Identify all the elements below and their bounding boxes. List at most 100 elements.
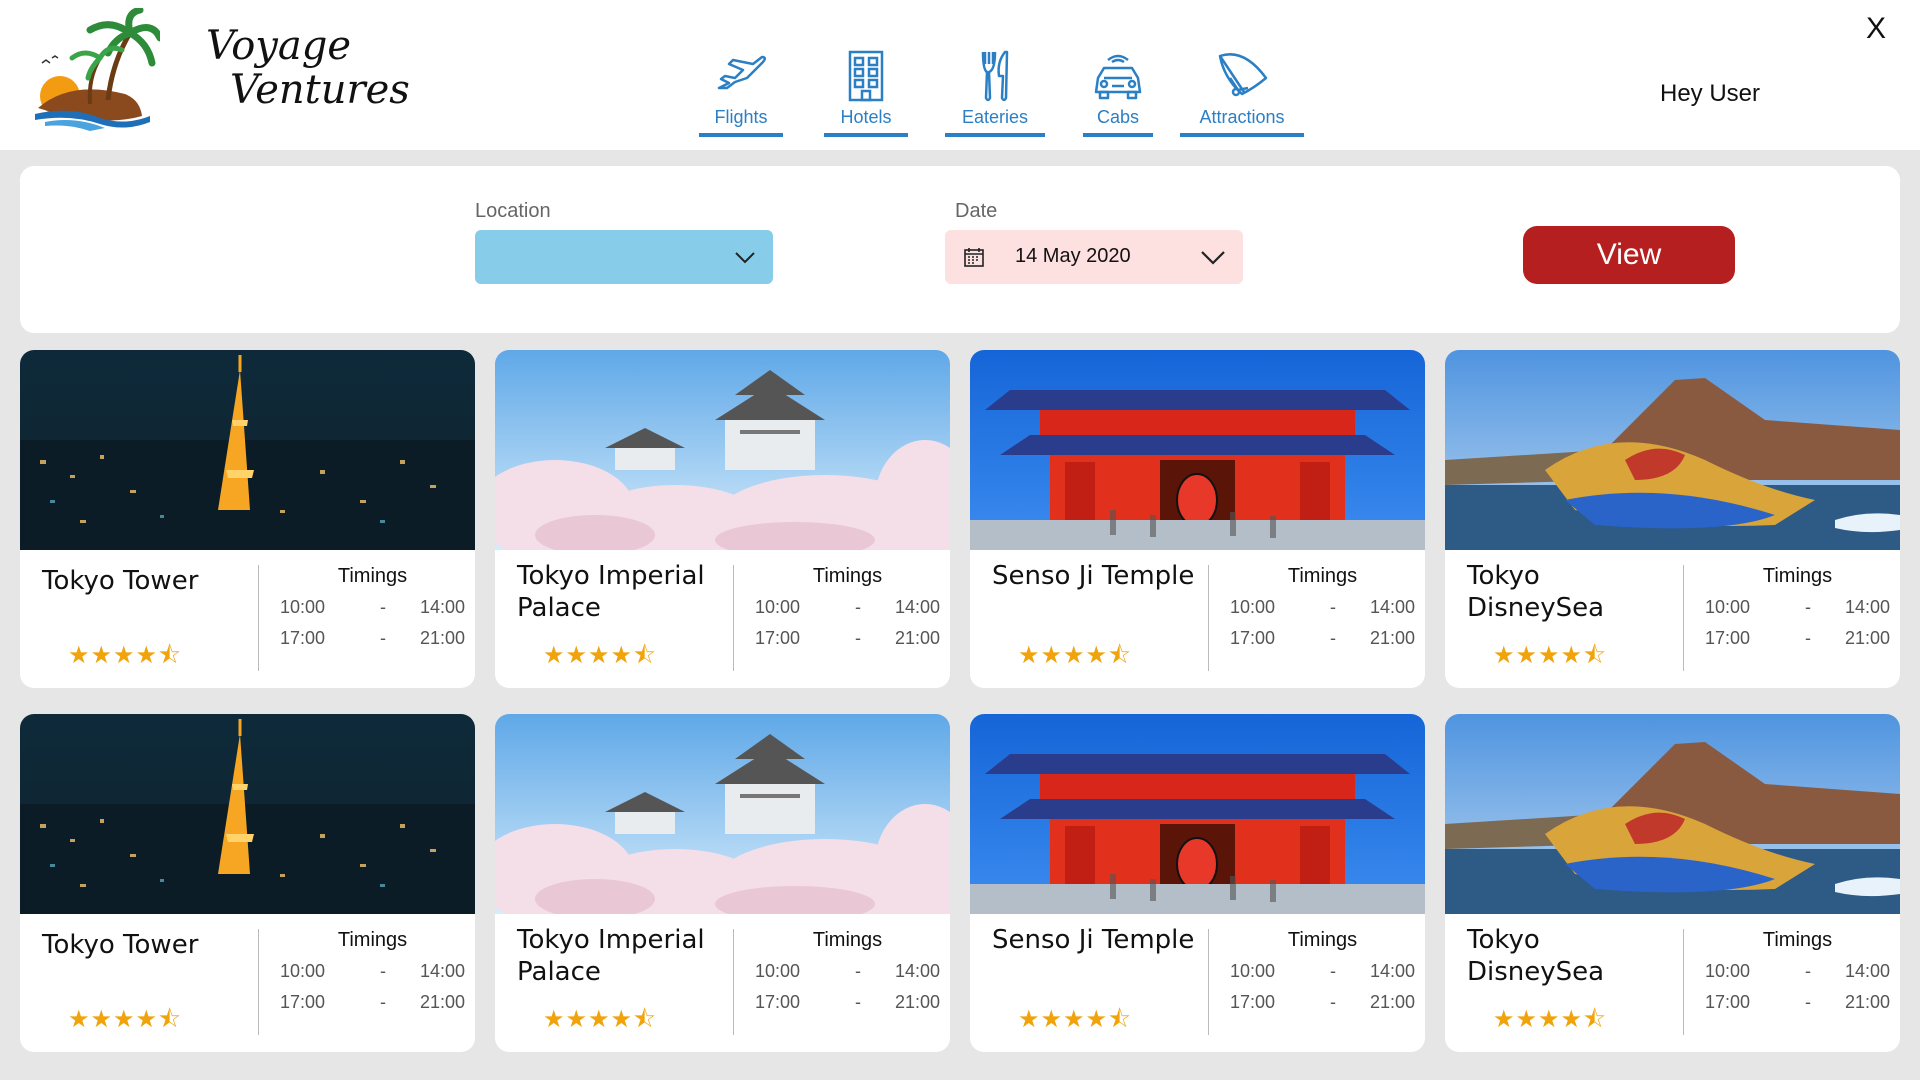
slot-end: 21:00 [1369,628,1415,648]
card-divider [1208,565,1209,671]
disneysea-image [1445,350,1900,550]
card-divider [1208,929,1209,1035]
date-value: 14 May 2020 [1015,245,1131,267]
card-divider [733,929,734,1035]
card-title: Tokyo DisneySea [1467,561,1605,623]
attraction-card[interactable]: Tokyo Tower ★★★★⯪ Timings 10:00 - 14:00 17… [20,350,475,688]
fork-knife-icon [981,50,1009,102]
attraction-card[interactable]: Senso Ji Temple ★★★★⯪ Timings 10:00 - 14:0… [970,714,1425,1052]
slot-end: 21:00 [419,628,465,648]
timings-heading: Timings [1762,565,1833,587]
slot-end: 14:00 [894,597,940,617]
card-divider [258,929,259,1035]
date-picker[interactable]: 14 May 2020 [945,230,1243,284]
timings-heading: Timings [812,565,883,587]
card-title: Tokyo Tower [42,566,199,596]
slot-dash: - [855,628,861,648]
slot-start: 10:00 [1230,597,1276,617]
slot-end: 14:00 [419,597,465,617]
nav-cabs[interactable]: Cabs [1083,48,1153,140]
attraction-card[interactable]: Tokyo Tower ★★★★⯪ Timings 10:00 - 14:00 17… [20,714,475,1052]
search-filter-panel: Location Date 14 May 2020 View [20,166,1900,333]
timings-heading: Timings [337,929,408,951]
attraction-card[interactable]: Tokyo Imperial Palace ★★★★⯪ Timings 10:0… [495,350,950,688]
car-icon [1094,54,1142,100]
brand-line-1: Voyage [206,23,352,69]
timings-heading: Timings [1287,929,1358,951]
attraction-card[interactable]: Tokyo DisneySea ★★★★⯪ Timings 10:00 - 14:0… [1445,350,1900,688]
nav-hotels[interactable]: Hotels [824,48,908,140]
palm-island-logo [35,8,160,131]
card-divider [1683,565,1684,671]
slot-start: 10:00 [280,597,326,617]
slot-end: 21:00 [419,992,465,1012]
slot-dash: - [1330,628,1336,648]
card-divider [1683,929,1684,1035]
slot-dash: - [1330,597,1336,617]
nav-flights[interactable]: Flights [699,48,783,140]
slot-start: 10:00 [755,597,801,617]
card-title: Tokyo Imperial Palace [517,561,705,623]
slot-dash: - [380,961,386,981]
nav-flights-label: Flights [714,107,768,127]
attraction-card[interactable]: Tokyo Imperial Palace ★★★★⯪ Timings 10:0… [495,714,950,1052]
date-label: Date [955,200,998,222]
slot-dash: - [1330,961,1336,981]
slot-start: 17:00 [755,628,801,648]
card-title: Tokyo Imperial Palace [517,925,705,987]
slot-end: 21:00 [1844,628,1890,648]
slot-start: 17:00 [755,992,801,1012]
attraction-card[interactable]: Senso Ji Temple ★★★★⯪ Timings 10:00 - 14:0… [970,350,1425,688]
nav-hotels-underline [824,133,908,137]
slot-end: 14:00 [1844,961,1890,981]
slot-end: 14:00 [419,961,465,981]
disneysea-image [1445,714,1900,914]
card-title: Senso Ji Temple [992,925,1195,955]
airplane-icon [717,55,766,90]
attraction-card[interactable]: Tokyo DisneySea ★★★★⯪ Timings 10:00 - 14:0… [1445,714,1900,1052]
location-label: Location [475,200,551,222]
nav-attractions[interactable]: Attractions [1180,48,1304,140]
slot-dash: - [380,597,386,617]
view-button[interactable]: View [1523,226,1735,284]
slot-end: 21:00 [894,992,940,1012]
slot-dash: - [1805,628,1811,648]
app-header: Voyage Ventures Flights Hotels Eateries [0,0,1920,150]
slot-dash: - [380,628,386,648]
slot-end: 14:00 [1369,597,1415,617]
slot-start: 10:00 [1705,961,1751,981]
card-divider [258,565,259,671]
user-greeting[interactable]: Hey User [1660,80,1760,108]
star-rating: ★★★★⯪ [1493,1005,1607,1033]
slot-end: 14:00 [1369,961,1415,981]
slot-start: 17:00 [1705,992,1751,1012]
nav-attractions-label: Attractions [1199,107,1285,127]
brand-line-2: Ventures [230,67,410,113]
nav-cabs-label: Cabs [1096,107,1140,127]
close-button[interactable]: X [1866,12,1886,46]
slot-dash: - [855,597,861,617]
chevron-down-icon [735,252,755,264]
star-rating: ★★★★⯪ [68,641,182,669]
tokyo-tower-image [20,714,475,914]
star-rating: ★★★★⯪ [543,1005,657,1033]
nav-eateries-label: Eateries [961,107,1029,127]
slot-dash: - [855,992,861,1012]
senso-ji-image [970,714,1425,914]
slot-end: 14:00 [894,961,940,981]
star-rating: ★★★★⯪ [543,641,657,669]
star-rating: ★★★★⯪ [68,1005,182,1033]
nav-flights-underline [699,133,783,137]
building-icon [848,50,884,102]
card-divider [733,565,734,671]
slot-dash: - [1805,597,1811,617]
timings-heading: Timings [812,929,883,951]
card-title: Senso Ji Temple [992,561,1195,591]
slot-dash: - [380,992,386,1012]
nav-eateries[interactable]: Eateries [945,48,1045,140]
timings-heading: Timings [337,565,408,587]
brand-name: Voyage Ventures [206,24,410,112]
star-rating: ★★★★⯪ [1493,641,1607,669]
location-dropdown[interactable] [475,230,773,284]
slot-start: 17:00 [1705,628,1751,648]
